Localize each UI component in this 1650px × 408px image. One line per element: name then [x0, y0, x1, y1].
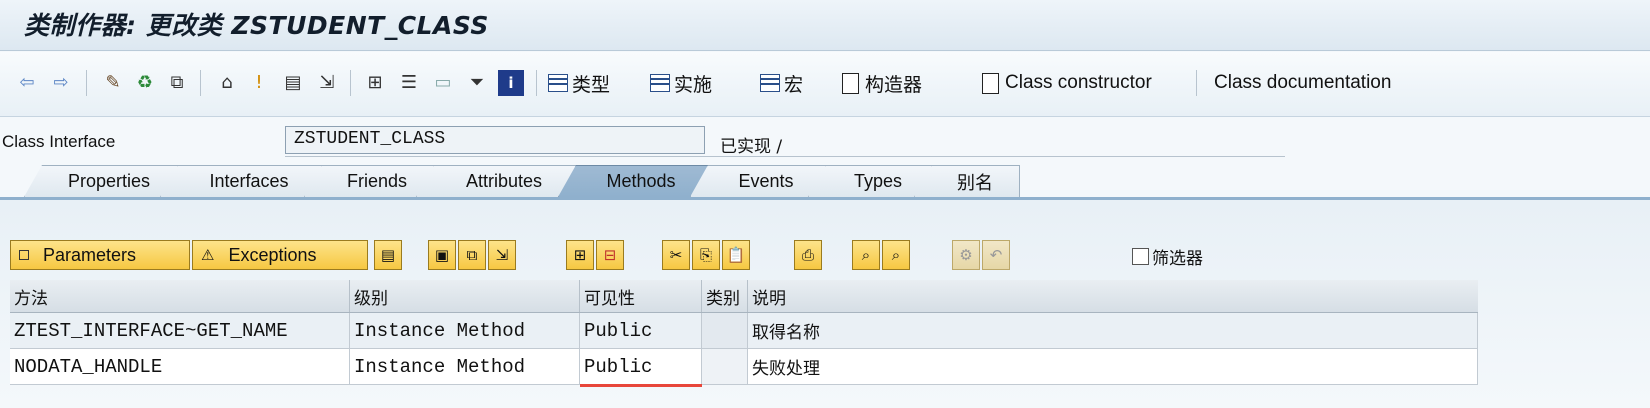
macro-button[interactable]: 宏 [760, 66, 803, 100]
tab-aliases[interactable]: 别名 [914, 165, 1020, 197]
window-title: 类制作器: 更改类 ZSTUDENT_CLASS [24, 11, 489, 40]
field-underline [285, 156, 1285, 157]
marker-icon[interactable]: ! [246, 70, 272, 96]
title-bar: 类制作器: 更改类 ZSTUDENT_CLASS [0, 0, 1650, 51]
class-documentation-button[interactable]: Class documentation [1214, 66, 1391, 100]
constructor-button[interactable]: 构造器 [842, 66, 922, 100]
print-icon[interactable]: ⎙ [794, 240, 822, 270]
parameters-label: Parameters [43, 244, 137, 265]
description-cell[interactable]: 取得名称 [748, 313, 1478, 349]
source-code-icon[interactable]: ▣ [428, 240, 456, 270]
implementation-status: 已实现 / [720, 137, 783, 157]
method-name-cell[interactable]: ZTEST_INTERFACE~GET_NAME [10, 313, 350, 349]
activate-icon[interactable]: ♻ [132, 70, 158, 96]
method-toolbar: Parameters ⚠ Exceptions ▤ ▣ ⧉ ⇲ ⊞ ⊟ ✂ ⎘ … [10, 240, 1650, 272]
filter-checkbox[interactable]: 筛选器 [1132, 244, 1203, 269]
navigate-icon[interactable]: ⇲ [488, 240, 516, 270]
hierarchy-icon[interactable]: ⌂ [214, 70, 240, 96]
detail-view-icon[interactable]: ▤ [374, 240, 402, 270]
settings-icon[interactable]: ⚙ [952, 240, 980, 270]
copy-doc-icon[interactable]: ⎘ [692, 240, 720, 270]
class-documentation-label: Class documentation [1214, 72, 1392, 93]
visibility-cell[interactable]: Public [580, 313, 702, 349]
insert-row-icon[interactable]: ⊞ [566, 240, 594, 270]
copy-icon[interactable]: ⧉ [458, 240, 486, 270]
macro-button-label: 宏 [784, 74, 804, 96]
find-next-icon[interactable]: ⌕ [882, 240, 910, 270]
cut-icon[interactable]: ✂ [662, 240, 690, 270]
implementation-button[interactable]: 实施 [650, 66, 712, 100]
level-cell[interactable]: Instance Method [350, 313, 580, 349]
filter-icon[interactable]: ⏷ [464, 70, 490, 96]
class-interface-field[interactable]: ZSTUDENT_CLASS [285, 126, 705, 154]
tab-methods[interactable]: Methods [558, 165, 708, 197]
column-header-level[interactable]: 级别 [350, 280, 580, 312]
find-icon[interactable]: ⌕ [852, 240, 880, 270]
toolbar-separator [1196, 70, 1197, 96]
toolbar-separator [536, 70, 537, 96]
column-header-category[interactable]: 类别 [702, 280, 748, 312]
list-doc-icon [650, 74, 670, 92]
level-cell[interactable]: Instance Method [350, 349, 580, 385]
category-cell[interactable] [702, 313, 748, 349]
square-icon [19, 250, 29, 260]
description-cell[interactable]: 失败处理 [748, 349, 1478, 385]
info-icon[interactable]: i [498, 70, 524, 96]
delete-row-icon[interactable]: ⊟ [596, 240, 624, 270]
application-toolbar: ⇦ ⇨ ✎ ♻ ⧉ ⌂ ! ▤ ⇲ ⊞ ☰ ▭ ⏷ i 类型 实施 宏 构造器 … [0, 52, 1650, 117]
toolbar-separator [350, 70, 351, 96]
document-icon [982, 72, 999, 94]
display-icon[interactable]: ▤ [280, 70, 306, 96]
exceptions-icon: ⚠ [201, 247, 215, 264]
tab-types[interactable]: Types [808, 165, 932, 197]
tab-events[interactable]: Events [690, 165, 826, 197]
exceptions-label: Exceptions [228, 244, 317, 265]
toolbar-separator [86, 70, 87, 96]
table-row[interactable]: NODATA_HANDLE Instance Method Public 失败处… [10, 349, 1478, 385]
types-button[interactable]: 类型 [548, 66, 610, 100]
column-header-visibility[interactable]: 可见性 [580, 280, 702, 312]
frame-icon[interactable]: ▭ [430, 70, 456, 96]
undo-icon[interactable]: ↶ [982, 240, 1010, 270]
forward-arrow-icon[interactable]: ⇨ [48, 70, 74, 96]
tab-properties[interactable]: Properties [24, 165, 178, 197]
where-used-icon[interactable]: ⧉ [164, 70, 190, 96]
paste-icon[interactable]: 📋 [722, 240, 750, 270]
visibility-cell[interactable]: Public [580, 349, 702, 385]
tree-icon[interactable]: ⊞ [362, 70, 388, 96]
back-arrow-icon[interactable]: ⇦ [14, 70, 40, 96]
tab-friends[interactable]: Friends [304, 165, 434, 197]
checkbox-box[interactable] [1132, 248, 1149, 265]
constructor-button-label: 构造器 [865, 74, 923, 96]
class-constructor-button[interactable]: Class constructor [982, 66, 1152, 100]
class-constructor-label: Class constructor [1005, 72, 1152, 93]
list-icon[interactable]: ☰ [396, 70, 422, 96]
list-doc-icon [548, 74, 568, 92]
tab-strip: Properties Interfaces Friends Attributes… [0, 165, 1650, 201]
parameters-button[interactable]: Parameters [10, 240, 190, 270]
method-name-cell[interactable]: NODATA_HANDLE [10, 349, 350, 385]
check-icon[interactable]: ✎ [100, 70, 126, 96]
implementation-button-label: 实施 [674, 74, 713, 96]
tab-interfaces[interactable]: Interfaces [160, 165, 322, 197]
table-row[interactable]: ZTEST_INTERFACE~GET_NAME Instance Method… [10, 313, 1478, 349]
tab-attributes[interactable]: Attributes [416, 165, 576, 197]
highlight-mark [580, 384, 702, 387]
class-interface-label: Class Interface [2, 132, 116, 151]
toolbar-separator [200, 70, 201, 96]
exceptions-button[interactable]: ⚠ Exceptions [192, 240, 368, 270]
column-header-description[interactable]: 说明 [748, 280, 1478, 312]
filter-label: 筛选器 [1152, 249, 1203, 269]
navigate-icon[interactable]: ⇲ [314, 70, 340, 96]
types-button-label: 类型 [572, 74, 611, 96]
column-header-method[interactable]: 方法 [10, 280, 350, 312]
list-doc-icon [760, 74, 780, 92]
document-icon [842, 72, 859, 94]
category-cell[interactable] [702, 349, 748, 385]
methods-table-header: 方法 级别 可见性 类别 说明 [10, 280, 1478, 313]
